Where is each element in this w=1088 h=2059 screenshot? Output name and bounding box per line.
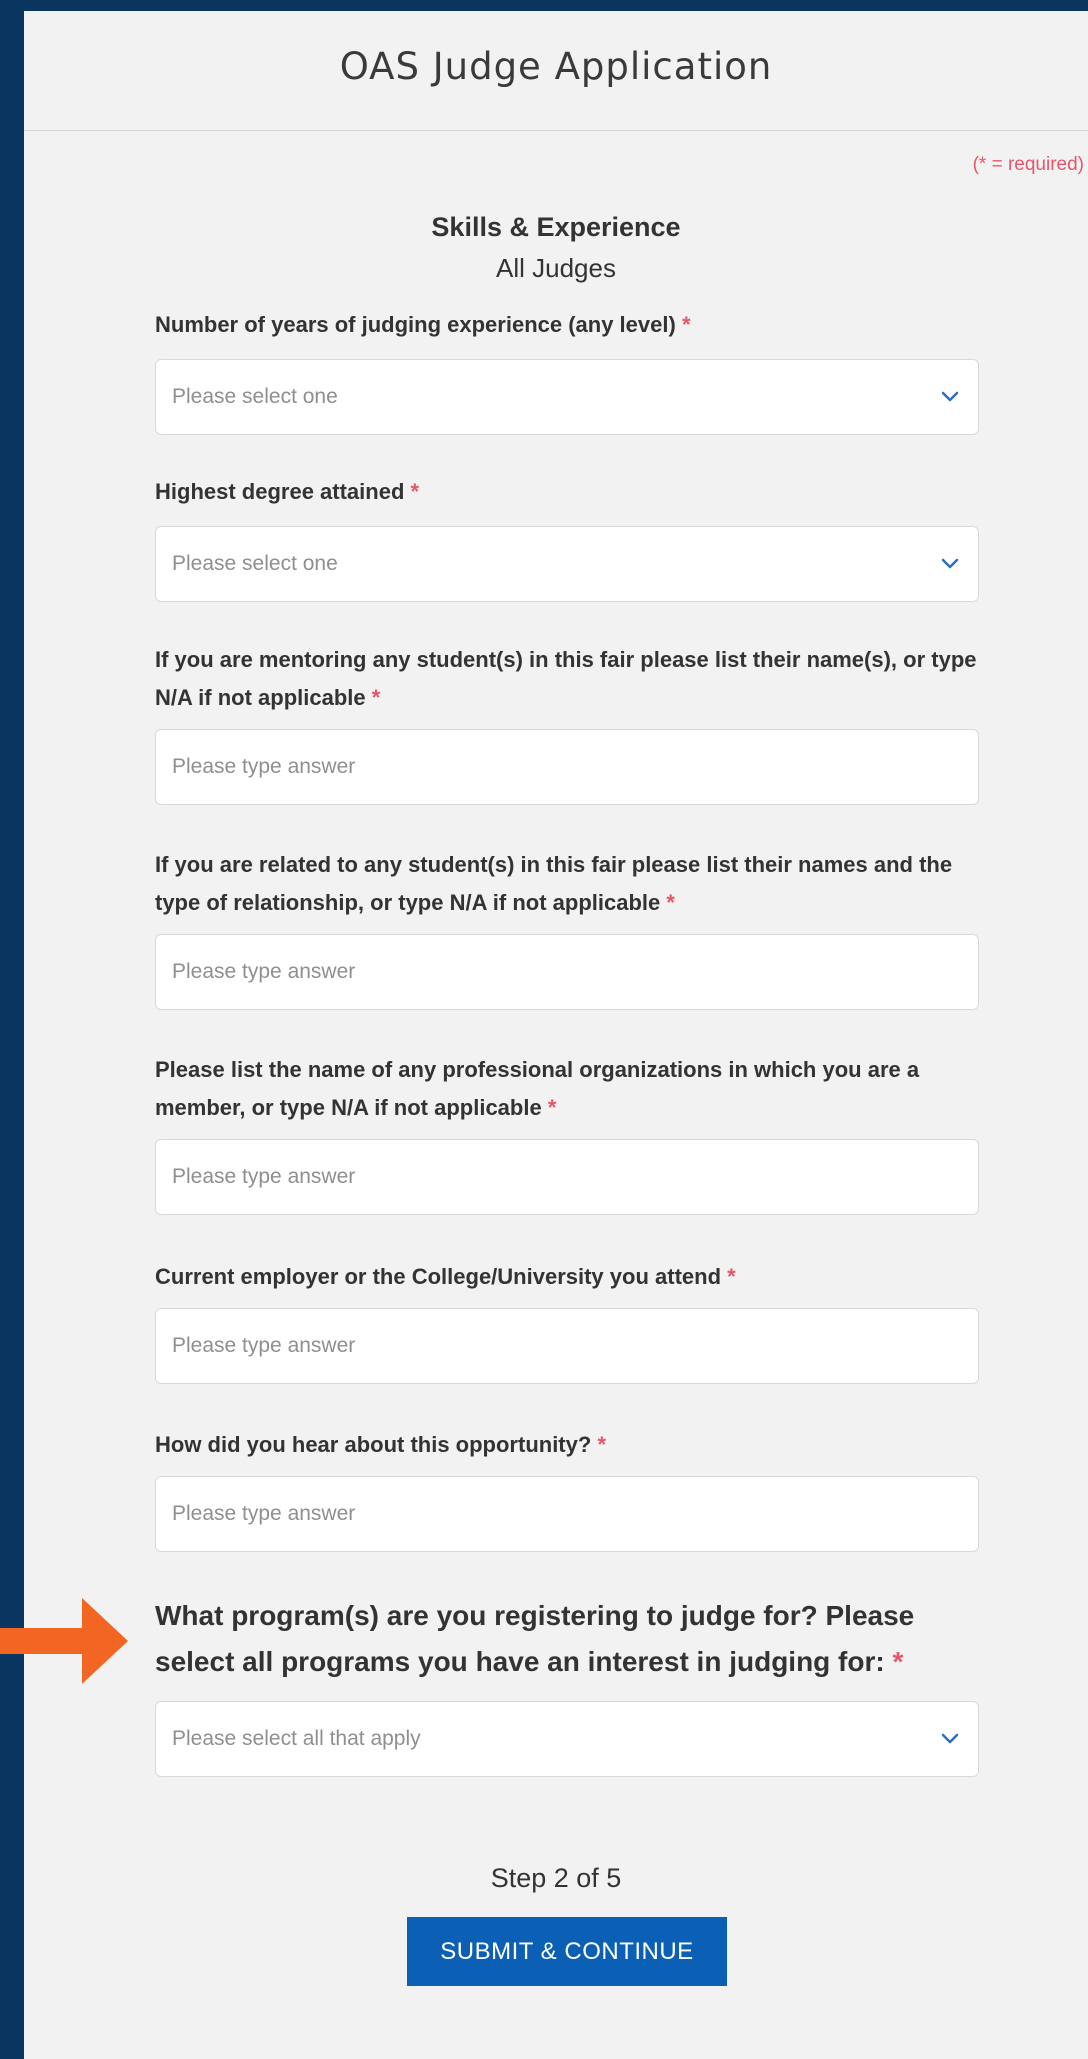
title-bar: OAS Judge Application	[24, 11, 1088, 131]
form-panel: OAS Judge Application (* = required) Ski…	[24, 11, 1088, 2059]
chevron-down-icon	[941, 391, 959, 402]
mentoring-students-label: If you are mentoring any student(s) in t…	[155, 647, 977, 710]
professional-orgs-input[interactable]	[156, 1140, 978, 1214]
employer-input[interactable]	[156, 1309, 978, 1383]
required-marker: *	[547, 1095, 557, 1120]
programs-multiselect[interactable]: Please select all that apply	[155, 1701, 979, 1777]
section-title: Skills & Experience	[431, 212, 681, 242]
section-subtitle: All Judges	[496, 253, 616, 283]
select-placeholder: Please select all that apply	[172, 1727, 421, 1750]
mentoring-students-input[interactable]	[156, 730, 978, 804]
required-marker: *	[892, 1646, 904, 1677]
page-title: OAS Judge Application	[339, 45, 773, 88]
highest-degree-label: Highest degree attained *	[155, 479, 420, 504]
required-marker: *	[410, 479, 420, 504]
required-marker: *	[666, 890, 675, 915]
required-marker: *	[597, 1432, 606, 1457]
years-experience-label: Number of years of judging experience (a…	[155, 312, 691, 337]
years-experience-select[interactable]: Please select one	[155, 359, 979, 435]
submit-continue-button[interactable]: SUBMIT & CONTINUE	[407, 1917, 727, 1986]
step-indicator: Step 2 of 5	[490, 1863, 622, 1893]
related-students-label: If you are related to any student(s) in …	[155, 852, 953, 915]
chevron-down-icon	[941, 1733, 959, 1744]
highest-degree-select[interactable]: Please select one	[155, 526, 979, 602]
professional-orgs-input-wrap	[155, 1139, 979, 1215]
heard-about-input[interactable]	[156, 1477, 978, 1551]
employer-input-wrap	[155, 1308, 979, 1384]
professional-orgs-label: Please list the name of any professional…	[155, 1057, 920, 1120]
required-marker: *	[681, 312, 691, 337]
mentoring-students-input-wrap	[155, 729, 979, 805]
programs-label: What program(s) are you registering to j…	[155, 1600, 915, 1677]
heard-about-label: How did you hear about this opportunity?…	[155, 1432, 606, 1457]
select-placeholder: Please select one	[172, 552, 338, 575]
required-note: (* = required)	[972, 154, 1084, 175]
arrow-right-icon	[0, 1598, 128, 1684]
required-marker: *	[371, 685, 381, 710]
required-marker: *	[727, 1264, 736, 1289]
related-students-input-wrap	[155, 934, 979, 1010]
select-placeholder: Please select one	[172, 385, 338, 408]
related-students-input[interactable]	[156, 935, 978, 1009]
employer-label: Current employer or the College/Universi…	[155, 1264, 736, 1289]
chevron-down-icon	[941, 558, 959, 569]
heard-about-input-wrap	[155, 1476, 979, 1552]
